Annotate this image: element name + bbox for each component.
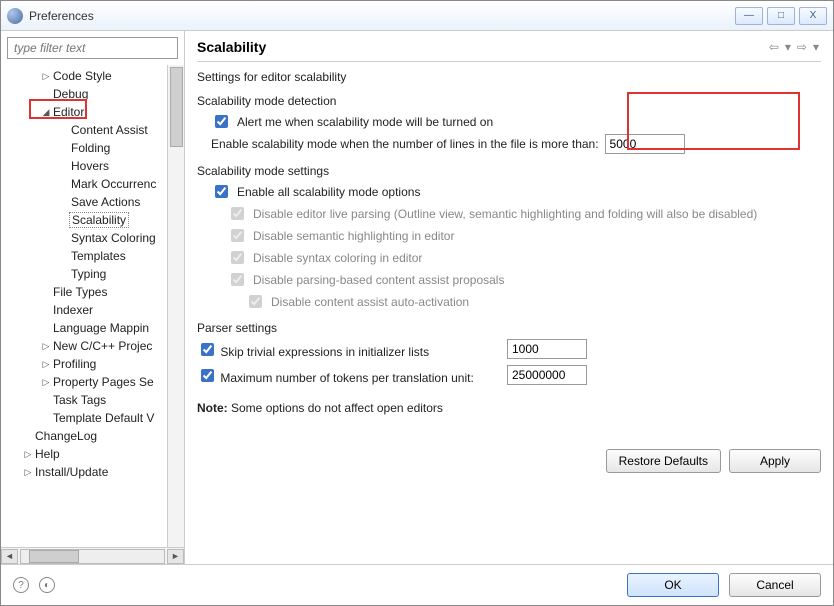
nav-back-menu-icon[interactable]: ▾: [783, 40, 793, 54]
disable-live-row: Disable editor live parsing (Outline vie…: [227, 204, 757, 223]
disable-parsing-checkbox: [231, 273, 244, 286]
tree-item-indexer[interactable]: Indexer: [1, 301, 167, 319]
tree-item-mark-occurrences[interactable]: Mark Occurrenc: [1, 175, 167, 193]
tree-item-typing[interactable]: Typing: [1, 265, 167, 283]
apply-button[interactable]: Apply: [729, 449, 821, 473]
disable-auto-checkbox: [249, 295, 262, 308]
main-panel: Scalability ⇦ ▾ ⇨ ▾ Settings for editor …: [185, 31, 833, 564]
alert-checkbox-row[interactable]: Alert me when scalability mode will be t…: [211, 112, 493, 131]
tree-item-save-actions[interactable]: Save Actions: [1, 193, 167, 211]
note-text: Some options do not affect open editors: [228, 401, 443, 415]
app-icon: [7, 8, 23, 24]
footer: ? ◐ OK Cancel: [1, 564, 833, 605]
tree-item-templates[interactable]: Templates: [1, 247, 167, 265]
tree-item-profiling[interactable]: ▷Profiling: [1, 355, 167, 373]
nav-forward-menu-icon[interactable]: ▾: [811, 40, 821, 54]
disable-live-checkbox: [231, 207, 244, 220]
max-row[interactable]: Maximum number of tokens per translation…: [197, 366, 507, 385]
tree-item-content-assist[interactable]: Content Assist: [1, 121, 167, 139]
tree-item-help[interactable]: ▷Help: [1, 445, 167, 463]
window-title: Preferences: [29, 9, 735, 23]
page-title: Scalability: [197, 39, 767, 55]
disable-parsing-row: Disable parsing-based content assist pro…: [227, 270, 504, 289]
tree-vertical-scrollbar[interactable]: [167, 65, 184, 547]
note-bold: Note:: [197, 401, 228, 415]
tree-item-template-default[interactable]: Template Default V: [1, 409, 167, 427]
tree-item-editor[interactable]: ◢Editor: [1, 103, 167, 121]
alert-checkbox[interactable]: [215, 115, 228, 128]
settings-title: Scalability mode settings: [197, 164, 821, 178]
ok-button[interactable]: OK: [627, 573, 719, 597]
scroll-right-icon[interactable]: ►: [167, 549, 184, 564]
help-icon[interactable]: ?: [13, 577, 29, 593]
tree-item-scalability[interactable]: Scalability: [1, 211, 167, 229]
max-input[interactable]: [507, 365, 587, 385]
disable-syntax-row: Disable syntax coloring in editor: [227, 248, 422, 267]
tree-item-hovers[interactable]: Hovers: [1, 157, 167, 175]
tree-horizontal-scrollbar[interactable]: ◄ ►: [1, 547, 184, 564]
preferences-tree[interactable]: ▷Code Style Debug ◢Editor Content Assist…: [1, 65, 167, 547]
enable-all-checkbox[interactable]: [215, 185, 228, 198]
detection-title: Scalability mode detection: [197, 94, 821, 108]
enable-all-row[interactable]: Enable all scalability mode options: [211, 182, 420, 201]
restore-defaults-button[interactable]: Restore Defaults: [606, 449, 721, 473]
tree-item-new-project[interactable]: ▷New C/C++ Projec: [1, 337, 167, 355]
filter-input[interactable]: [7, 37, 178, 59]
tree-item-debug[interactable]: Debug: [1, 85, 167, 103]
tree-item-task-tags[interactable]: Task Tags: [1, 391, 167, 409]
max-label: Maximum number of tokens per translation…: [220, 371, 473, 385]
note: Note: Some options do not affect open ed…: [197, 401, 821, 415]
enable-threshold-label: Enable scalability mode when the number …: [211, 137, 599, 151]
disable-syntax-checkbox: [231, 251, 244, 264]
disable-auto-row: Disable content assist auto-activation: [245, 292, 469, 311]
enable-threshold-input[interactable]: [605, 134, 685, 154]
tree-item-code-style[interactable]: ▷Code Style: [1, 67, 167, 85]
skip-input[interactable]: [507, 339, 587, 359]
disable-semantic-checkbox: [231, 229, 244, 242]
alert-label: Alert me when scalability mode will be t…: [237, 115, 493, 129]
tree-item-changelog[interactable]: ChangeLog: [1, 427, 167, 445]
nav-back-icon[interactable]: ⇦: [767, 40, 781, 54]
enable-all-label: Enable all scalability mode options: [237, 185, 420, 199]
tree-item-install-update[interactable]: ▷Install/Update: [1, 463, 167, 481]
nav-forward-icon[interactable]: ⇨: [795, 40, 809, 54]
tree-item-property-pages[interactable]: ▷Property Pages Se: [1, 373, 167, 391]
tree-item-file-types[interactable]: File Types: [1, 283, 167, 301]
tree-item-language-mappings[interactable]: Language Mappin: [1, 319, 167, 337]
maximize-button[interactable]: □: [767, 7, 795, 25]
page-subtitle: Settings for editor scalability: [197, 70, 821, 84]
preferences-window: Preferences — □ X ▷Code Style Debug ◢Edi…: [0, 0, 834, 606]
disable-semantic-row: Disable semantic highlighting in editor: [227, 226, 454, 245]
import-export-icon[interactable]: ◐: [39, 577, 55, 593]
minimize-button[interactable]: —: [735, 7, 763, 25]
skip-row[interactable]: Skip trivial expressions in initializer …: [197, 340, 507, 359]
skip-label: Skip trivial expressions in initializer …: [220, 345, 429, 359]
tree-item-syntax-coloring[interactable]: Syntax Coloring: [1, 229, 167, 247]
cancel-button[interactable]: Cancel: [729, 573, 821, 597]
close-button[interactable]: X: [799, 7, 827, 25]
tree-item-folding[interactable]: Folding: [1, 139, 167, 157]
scroll-left-icon[interactable]: ◄: [1, 549, 18, 564]
max-checkbox[interactable]: [201, 369, 214, 382]
parser-title: Parser settings: [197, 321, 821, 335]
titlebar[interactable]: Preferences — □ X: [1, 1, 833, 31]
skip-checkbox[interactable]: [201, 343, 214, 356]
sidebar: ▷Code Style Debug ◢Editor Content Assist…: [1, 31, 185, 564]
